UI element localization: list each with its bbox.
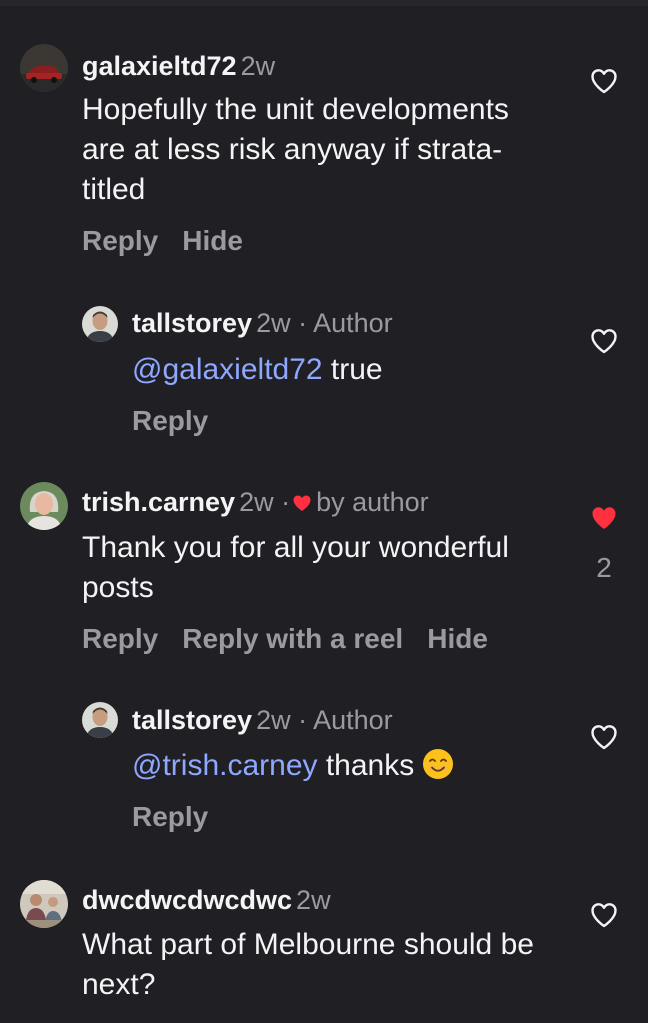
heart-filled-icon	[293, 495, 311, 511]
heart-outline-icon	[591, 725, 617, 750]
avatar[interactable]	[20, 44, 68, 92]
avatar-car-photo-icon	[20, 44, 68, 92]
avatar-woman-photo-icon	[20, 482, 68, 530]
liked-by-author-label: by author	[316, 487, 429, 517]
heart-outline-icon	[591, 903, 617, 928]
mention-link[interactable]: @galaxieltd72	[132, 353, 323, 386]
like-button[interactable]	[590, 724, 618, 750]
comment-text: Hopefully the unit developments are at l…	[82, 93, 509, 206]
comment-text: @trish.carney thanks	[132, 746, 572, 786]
username[interactable]: trish.carney	[82, 487, 235, 517]
reply-button[interactable]: Reply	[82, 623, 158, 654]
like-button[interactable]	[590, 505, 618, 531]
heart-outline-icon	[591, 69, 617, 94]
avatar[interactable]	[20, 880, 68, 928]
timestamp: 2w	[240, 51, 276, 81]
reply-button[interactable]: Reply	[132, 405, 208, 436]
username[interactable]: galaxieltd72	[82, 51, 237, 81]
heart-outline-icon	[591, 329, 617, 354]
username[interactable]: dwcdwcdwcdwc	[82, 885, 292, 915]
reply-button[interactable]: Reply	[132, 801, 208, 832]
hide-button[interactable]: Hide	[182, 225, 243, 256]
avatar[interactable]	[82, 702, 118, 738]
author-label: 2w · Author	[256, 705, 393, 735]
comment-actions: Reply	[132, 800, 232, 834]
comment-header: galaxieltd72 2w	[82, 49, 275, 83]
avatar[interactable]	[82, 306, 118, 342]
avatar[interactable]	[20, 482, 68, 530]
reply-with-reel-button[interactable]: Reply with a reel	[182, 623, 403, 654]
avatar-group-photo-icon	[20, 880, 68, 928]
timestamp: 2w	[296, 885, 331, 915]
comment-header: tallstorey 2w · Author	[132, 306, 393, 340]
avatar-man-photo-icon	[82, 306, 118, 342]
like-count: 2	[596, 552, 612, 583]
comment-text: @galaxieltd72 true	[132, 353, 383, 386]
scroll-top-edge	[0, 0, 648, 6]
like-button[interactable]	[590, 902, 618, 928]
comment-text: Thank you for all your wonderful posts	[82, 531, 509, 604]
comment-actions: Reply	[132, 404, 232, 438]
username[interactable]: tallstorey	[132, 308, 252, 338]
avatar-man-photo-icon	[82, 702, 118, 738]
like-button[interactable]	[590, 68, 618, 94]
comment-actions: Reply Hide	[82, 224, 267, 258]
comment-header: dwcdwcdwcdwc 2w	[82, 883, 331, 917]
username[interactable]: tallstorey	[132, 705, 252, 735]
hide-button[interactable]: Hide	[427, 623, 488, 654]
comment-header: trish.carney 2w · by author	[82, 485, 429, 519]
timestamp: 2w ·	[239, 487, 291, 517]
like-button[interactable]	[590, 328, 618, 354]
comment-header: tallstorey 2w · Author	[132, 703, 393, 737]
comment-text: What part of Melbourne should be next?	[82, 928, 534, 1001]
reply-button[interactable]: Reply	[82, 225, 158, 256]
comment-actions: Reply Reply with a reel Hide	[82, 622, 512, 656]
mention-link[interactable]: @trish.carney	[132, 749, 318, 782]
heart-filled-icon	[592, 507, 616, 529]
author-label: 2w · Author	[256, 308, 393, 338]
smiling-face-emoji	[423, 749, 454, 779]
